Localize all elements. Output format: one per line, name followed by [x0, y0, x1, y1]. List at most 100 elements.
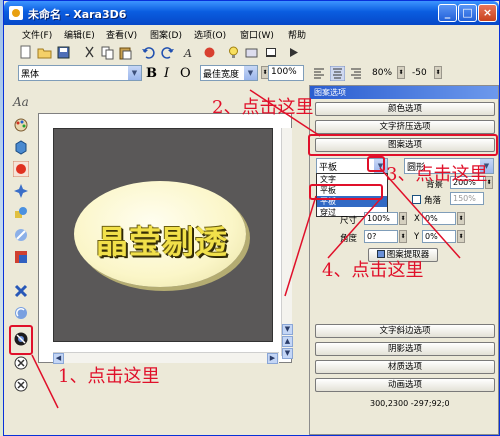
spacing-value[interactable]: 80%	[372, 68, 392, 78]
size-label: 尺寸	[340, 216, 358, 226]
material-tool-icon[interactable]	[13, 377, 29, 393]
close-button[interactable]: ×	[478, 4, 497, 22]
text-tool-icon[interactable]: A	[182, 45, 197, 60]
color-options-button[interactable]: 颜色选项	[315, 102, 495, 116]
title-bar[interactable]: 未命名 - Xara3D6 _ □ ×	[4, 1, 499, 25]
animation-options-button[interactable]: 动画选项	[315, 378, 495, 392]
format-toolbar: 黑体 ▼ B I O 最佳宽度 ▼ ⬍ 100% 80% ⬍ -50 ⬍	[4, 63, 499, 83]
menu-view[interactable]: 查看(V)	[106, 28, 137, 41]
bevel-options-button[interactable]: 文字斜边选项	[315, 324, 495, 338]
new-file-icon[interactable]	[18, 45, 33, 60]
annotation-step-3: 3、点击这里	[386, 164, 488, 185]
scroll-page-down-icon[interactable]: ▼	[282, 348, 293, 359]
status-coordinates: 300,2300 -297;92;0	[370, 399, 450, 408]
shapes-icon[interactable]	[13, 205, 29, 221]
offset-spin-icon[interactable]: ⬍	[434, 66, 442, 79]
panel-title: 图案选项	[310, 86, 498, 99]
text-style-icon[interactable]: Aa	[13, 95, 29, 111]
x-field[interactable]: 0%	[422, 212, 456, 225]
canvas-3d-text[interactable]: 晶莹剔透	[82, 217, 242, 263]
left-toolbar: Aa	[8, 89, 34, 409]
spacing-spin-icon[interactable]: ⬍	[397, 66, 405, 79]
material-options-button[interactable]: 材质选项	[315, 360, 495, 374]
width-mode-select[interactable]: 最佳宽度 ▼	[200, 65, 258, 81]
y-field[interactable]: 0%	[422, 230, 456, 243]
menu-design[interactable]: 图案(D)	[150, 28, 182, 41]
canvas-area: 晶莹剔透 ▼ ▲ ▼ ◀ ▶	[38, 113, 293, 364]
x-value: 0%	[425, 214, 438, 223]
save-icon[interactable]	[56, 45, 71, 60]
play-icon[interactable]	[286, 45, 301, 60]
corner-checkbox[interactable]	[412, 195, 421, 204]
y-value: 0%	[425, 232, 438, 241]
open-folder-icon[interactable]	[37, 45, 52, 60]
x-label: X	[414, 214, 420, 224]
chevron-down-icon: ▼	[128, 66, 141, 80]
menu-window[interactable]: 窗口(W)	[240, 28, 274, 41]
menu-file[interactable]: 文件(F)	[22, 28, 52, 41]
design-circle-icon[interactable]	[13, 161, 29, 177]
size-value: 100%	[367, 214, 390, 223]
bulb-icon[interactable]	[226, 45, 241, 60]
zoom-field[interactable]: 100%	[268, 65, 304, 81]
shadow-tool-icon[interactable]	[13, 355, 29, 371]
x-tool-icon[interactable]	[13, 283, 29, 299]
paste-icon[interactable]	[118, 45, 133, 60]
menu-help[interactable]: 帮助	[288, 28, 306, 41]
main-toolbar: A	[4, 43, 499, 63]
highlight-box-pattern-button	[308, 134, 498, 156]
copy-icon[interactable]	[100, 45, 115, 60]
size-field[interactable]: 100%	[364, 212, 398, 225]
angle-field[interactable]: 0?	[364, 230, 398, 243]
vertical-scrollbar[interactable]: ▼ ▲ ▼	[281, 128, 293, 359]
scroll-down-icon[interactable]: ▼	[282, 324, 293, 335]
align-left-icon[interactable]	[312, 66, 327, 81]
extrude-options-button[interactable]: 文字挤压选项	[315, 120, 495, 134]
outline-button[interactable]: O	[180, 66, 191, 81]
undo-icon[interactable]	[141, 45, 156, 60]
texture-icon[interactable]	[13, 249, 29, 265]
angle-label: 角度	[340, 234, 358, 244]
shadow-options-button[interactable]: 阴影选项	[315, 342, 495, 356]
x-spin-icon[interactable]: ⬍	[457, 212, 465, 225]
align-center-icon[interactable]	[330, 66, 345, 81]
highlight-box-tool	[9, 325, 33, 355]
highlight-box-dropdown-arrow	[367, 156, 385, 172]
width-mode-value: 最佳宽度	[203, 70, 240, 80]
design-icon[interactable]	[202, 45, 217, 60]
redo-icon[interactable]	[160, 45, 175, 60]
corner-value: 150%	[453, 194, 476, 203]
design-canvas[interactable]: 晶莹剔透	[53, 128, 273, 342]
bold-button[interactable]: B	[146, 66, 157, 81]
italic-button[interactable]: I	[164, 66, 169, 81]
scroll-right-icon[interactable]: ▶	[267, 353, 278, 364]
lighting-icon[interactable]	[13, 183, 29, 199]
font-select[interactable]: 黑体 ▼	[18, 65, 142, 81]
window-title: 未命名 - Xara3D6	[28, 8, 127, 21]
menu-options[interactable]: 选项(O)	[194, 28, 226, 41]
annotation-step-1: 1、点击这里	[58, 366, 160, 387]
view-mode-icon[interactable]	[264, 45, 279, 60]
maximize-button[interactable]: □	[458, 4, 477, 22]
align-right-icon[interactable]	[348, 66, 363, 81]
rotate-icon[interactable]	[13, 305, 29, 321]
pattern-mode-value: 平板	[319, 163, 338, 173]
menu-edit[interactable]: 编辑(E)	[64, 28, 95, 41]
svg-text:A: A	[183, 47, 192, 60]
extrude-icon[interactable]	[13, 139, 29, 155]
export-icon[interactable]	[244, 45, 259, 60]
size-spin-icon[interactable]: ⬍	[399, 212, 407, 225]
angle-spin-icon[interactable]: ⬍	[399, 230, 407, 243]
ring-icon[interactable]	[13, 227, 29, 243]
scroll-page-up-icon[interactable]: ▲	[282, 336, 293, 347]
corner-label: 角落	[424, 196, 442, 206]
y-spin-icon[interactable]: ⬍	[457, 230, 465, 243]
minimize-button[interactable]: _	[438, 4, 457, 22]
offset-value[interactable]: -50	[412, 68, 427, 78]
zoom-value: 100%	[271, 67, 297, 77]
annotation-step-4: 4、点击这里	[322, 260, 424, 281]
corner-field[interactable]: 150%	[450, 192, 484, 205]
cut-icon[interactable]	[82, 45, 97, 60]
y-label: Y	[414, 232, 420, 242]
palette-icon[interactable]	[13, 117, 29, 133]
